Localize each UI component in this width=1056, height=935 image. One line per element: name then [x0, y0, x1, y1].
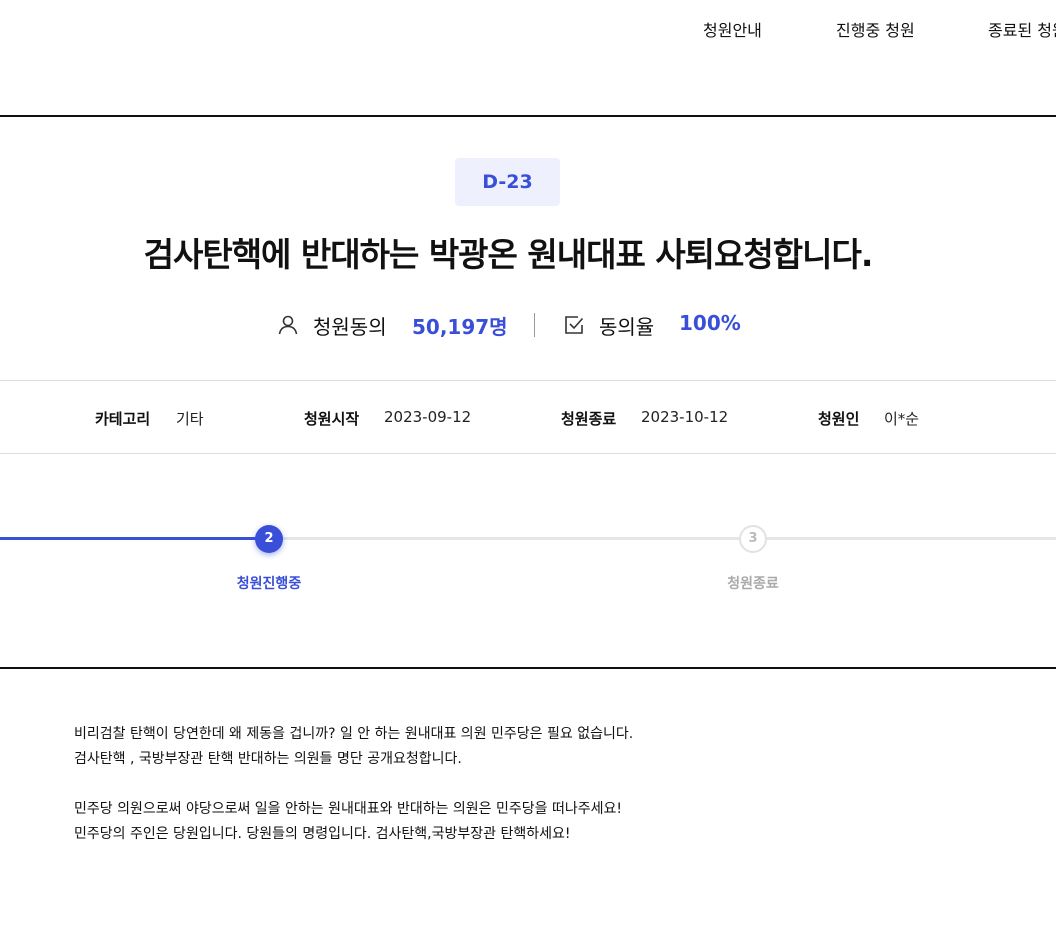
top-nav: 청원안내 진행중 청원 종료된 청원: [0, 0, 1056, 117]
content-line: 비리검찰 탄핵이 당연한데 왜 제동을 겁니까? 일 안 하는 원내대표 의원 …: [74, 726, 634, 742]
step-2-label: 청원진행중: [236, 576, 302, 592]
progress-fill: [0, 537, 270, 540]
rate-value: 100%: [679, 311, 741, 335]
petition-info: 카테고리 기타 청원시작 2023-09-12 청원종료 2023-10-12 …: [0, 380, 1056, 454]
start-label: 청원시작: [304, 410, 360, 428]
category-label: 카테고리: [95, 410, 151, 428]
category-value: 기타: [176, 410, 204, 428]
nav-item-ended[interactable]: 종료된 청원: [988, 17, 1056, 41]
content-divider: [0, 667, 1056, 669]
petition-stats: 청원동의 50,197명 동의율 100%: [0, 308, 1016, 344]
dday-badge: D-23: [455, 158, 560, 206]
end-label: 청원종료: [561, 410, 617, 428]
rate-label: 동의율: [599, 315, 655, 339]
petition-title: 검사탄핵에 반대하는 박광온 원내대표 사퇴요청합니다.: [143, 235, 874, 274]
petition-progress: 2 청원진행중 3 청원종료: [0, 520, 1056, 600]
content-line: 민주당 의원으로써 야당으로써 일을 안하는 원내대표와 반대하는 의원은 민주…: [74, 801, 622, 817]
author-label: 청원인: [818, 410, 860, 428]
step-3-label: 청원종료: [727, 576, 779, 592]
content-line: 검사탄핵 , 국방부장관 탄핵 반대하는 의원들 명단 공개요청합니다.: [74, 751, 462, 767]
nav-item-guide[interactable]: 청원안내: [703, 17, 762, 41]
stats-divider: [534, 313, 535, 337]
agree-count: 50,197명: [412, 315, 508, 339]
step-2-circle: 2: [255, 525, 283, 553]
content-line: 민주당의 주인은 당원입니다. 당원들의 명령입니다. 검사탄핵,국방부장관 탄…: [74, 826, 571, 842]
agree-label: 청원동의: [313, 315, 387, 339]
content-gap: [74, 772, 1034, 797]
petition-content: 비리검찰 탄핵이 당연한데 왜 제동을 겁니까? 일 안 하는 원내대표 의원 …: [74, 722, 1034, 847]
start-date: 2023-09-12: [384, 408, 472, 426]
nav-item-ongoing[interactable]: 진행중 청원: [836, 17, 915, 41]
checkbox-icon: [563, 313, 587, 337]
author-value: 이*순: [884, 410, 920, 428]
end-date: 2023-10-12: [641, 408, 729, 426]
user-icon: [276, 313, 300, 337]
step-3-circle: 3: [739, 525, 767, 553]
